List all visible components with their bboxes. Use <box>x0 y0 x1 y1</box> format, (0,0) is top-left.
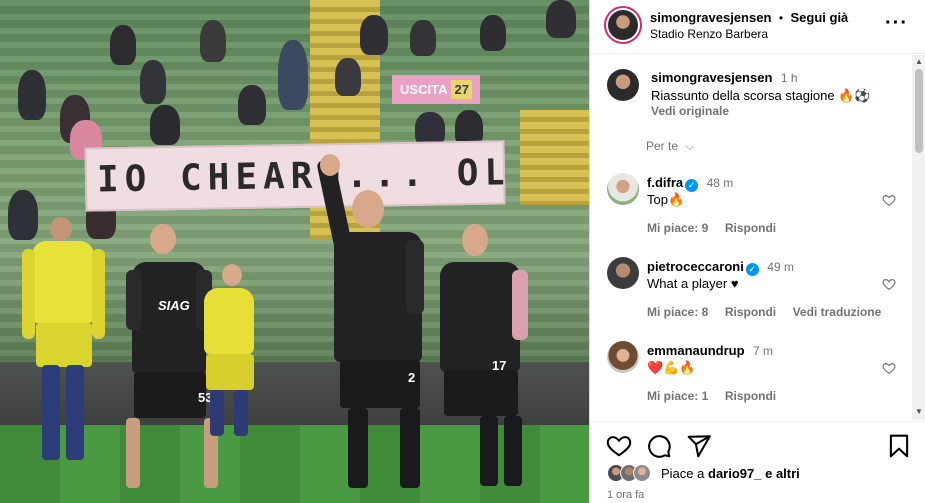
reply-button[interactable]: Rispondi <box>725 305 776 319</box>
fan <box>8 190 38 240</box>
comment-likes[interactable]: Mi piace: 1 <box>647 389 708 403</box>
exit-sign-number: 27 <box>451 80 472 99</box>
comments-panel: simongravesjensen • Segui già Stadio Ren… <box>589 0 925 503</box>
commenter-username[interactable]: pietroceccaroni <box>647 259 744 274</box>
comment-text: What a player ♥ <box>647 276 739 291</box>
scrollbar-thumb[interactable] <box>915 69 923 153</box>
follow-status-button[interactable]: Segui già <box>791 10 849 25</box>
fan <box>200 20 226 62</box>
author-avatar[interactable] <box>604 6 642 44</box>
comments-list: simongravesjensen 1 h Riassunto della sc… <box>590 55 912 420</box>
save-bookmark-icon[interactable] <box>886 433 912 459</box>
verified-badge-icon: ✓ <box>685 179 699 192</box>
reply-button[interactable]: Rispondi <box>725 221 776 235</box>
fan <box>360 15 388 55</box>
commenter-avatar[interactable] <box>607 341 639 373</box>
post-timestamp: 1 ora fa <box>607 489 645 501</box>
fan <box>150 105 180 145</box>
fan-banner: IO CHEARO... OLO TE <box>84 140 506 212</box>
likes-prefix: Piace a <box>661 466 705 481</box>
comments-scrollbar[interactable]: ▲ ▼ <box>912 55 925 420</box>
heart-icon[interactable] <box>882 277 896 291</box>
sponsor-logo: SIAG <box>158 298 190 313</box>
shirt-number: 2 <box>408 370 416 385</box>
liker-avatar <box>633 464 651 482</box>
author-username[interactable]: simongravesjensen <box>650 10 771 25</box>
fan <box>410 20 436 56</box>
see-translation-link[interactable]: Vedi traduzione <box>793 305 882 319</box>
likes-user[interactable]: dario97_ <box>708 466 761 481</box>
caption-time: 1 h <box>780 71 798 85</box>
comment-filter-label: Per te <box>646 139 679 153</box>
comment-icon[interactable] <box>646 433 672 459</box>
comment-time: 49 m <box>767 260 794 274</box>
comment-time: 7 m <box>752 344 773 358</box>
fan <box>278 40 308 110</box>
fan <box>335 58 361 96</box>
scroll-down-icon[interactable]: ▼ <box>915 407 923 416</box>
post-photo[interactable]: USCITA 27 IO CHEARO... OLO TE SIAG 53 <box>0 0 589 503</box>
commenter-avatar[interactable] <box>607 173 639 205</box>
like-heart-icon[interactable] <box>606 433 632 459</box>
comment-text: Top🔥 <box>647 192 685 207</box>
fan <box>140 60 166 104</box>
fan <box>238 85 266 125</box>
separator-dot: • <box>778 11 784 25</box>
fan <box>546 0 576 38</box>
post-header: simongravesjensen • Segui già Stadio Ren… <box>590 0 925 54</box>
see-original-link[interactable]: Vedi originale <box>651 104 729 118</box>
shirt-number: 17 <box>492 358 507 373</box>
stadium-stairs <box>520 110 589 205</box>
exit-sign-text: USCITA <box>400 82 448 97</box>
likes-suffix[interactable]: e altri <box>765 466 800 481</box>
caption-username[interactable]: simongravesjensen <box>651 70 772 85</box>
comment-filter[interactable]: Per te ⌵ <box>646 137 694 155</box>
fan <box>110 25 136 65</box>
reply-button[interactable]: Rispondi <box>725 389 776 403</box>
fan <box>18 70 46 120</box>
verified-badge-icon: ✓ <box>745 263 759 276</box>
exit-sign: USCITA 27 <box>392 75 480 104</box>
comment-likes[interactable]: Mi piace: 9 <box>647 221 708 235</box>
chevron-down-icon: ⌵ <box>685 141 694 153</box>
comment-text: ❤️💪🔥 <box>647 360 696 375</box>
comment-time: 48 m <box>706 176 734 190</box>
fan <box>480 15 506 51</box>
heart-icon[interactable] <box>882 193 896 207</box>
caption-avatar[interactable] <box>607 69 639 101</box>
pitch <box>0 425 589 503</box>
share-icon[interactable] <box>686 433 712 459</box>
scroll-up-icon[interactable]: ▲ <box>915 57 923 66</box>
commenter-username[interactable]: emmanaundrup <box>647 343 745 358</box>
commenter-avatar[interactable] <box>607 257 639 289</box>
more-options-icon[interactable]: ··· <box>885 12 908 35</box>
location-link[interactable]: Stadio Renzo Barbera <box>650 27 768 41</box>
comment-likes[interactable]: Mi piace: 8 <box>647 305 708 319</box>
caption-text: Riassunto della scorsa stagione 🔥⚽ <box>651 88 871 103</box>
heart-icon[interactable] <box>882 361 896 375</box>
commenter-username[interactable]: f.difra <box>647 175 683 190</box>
